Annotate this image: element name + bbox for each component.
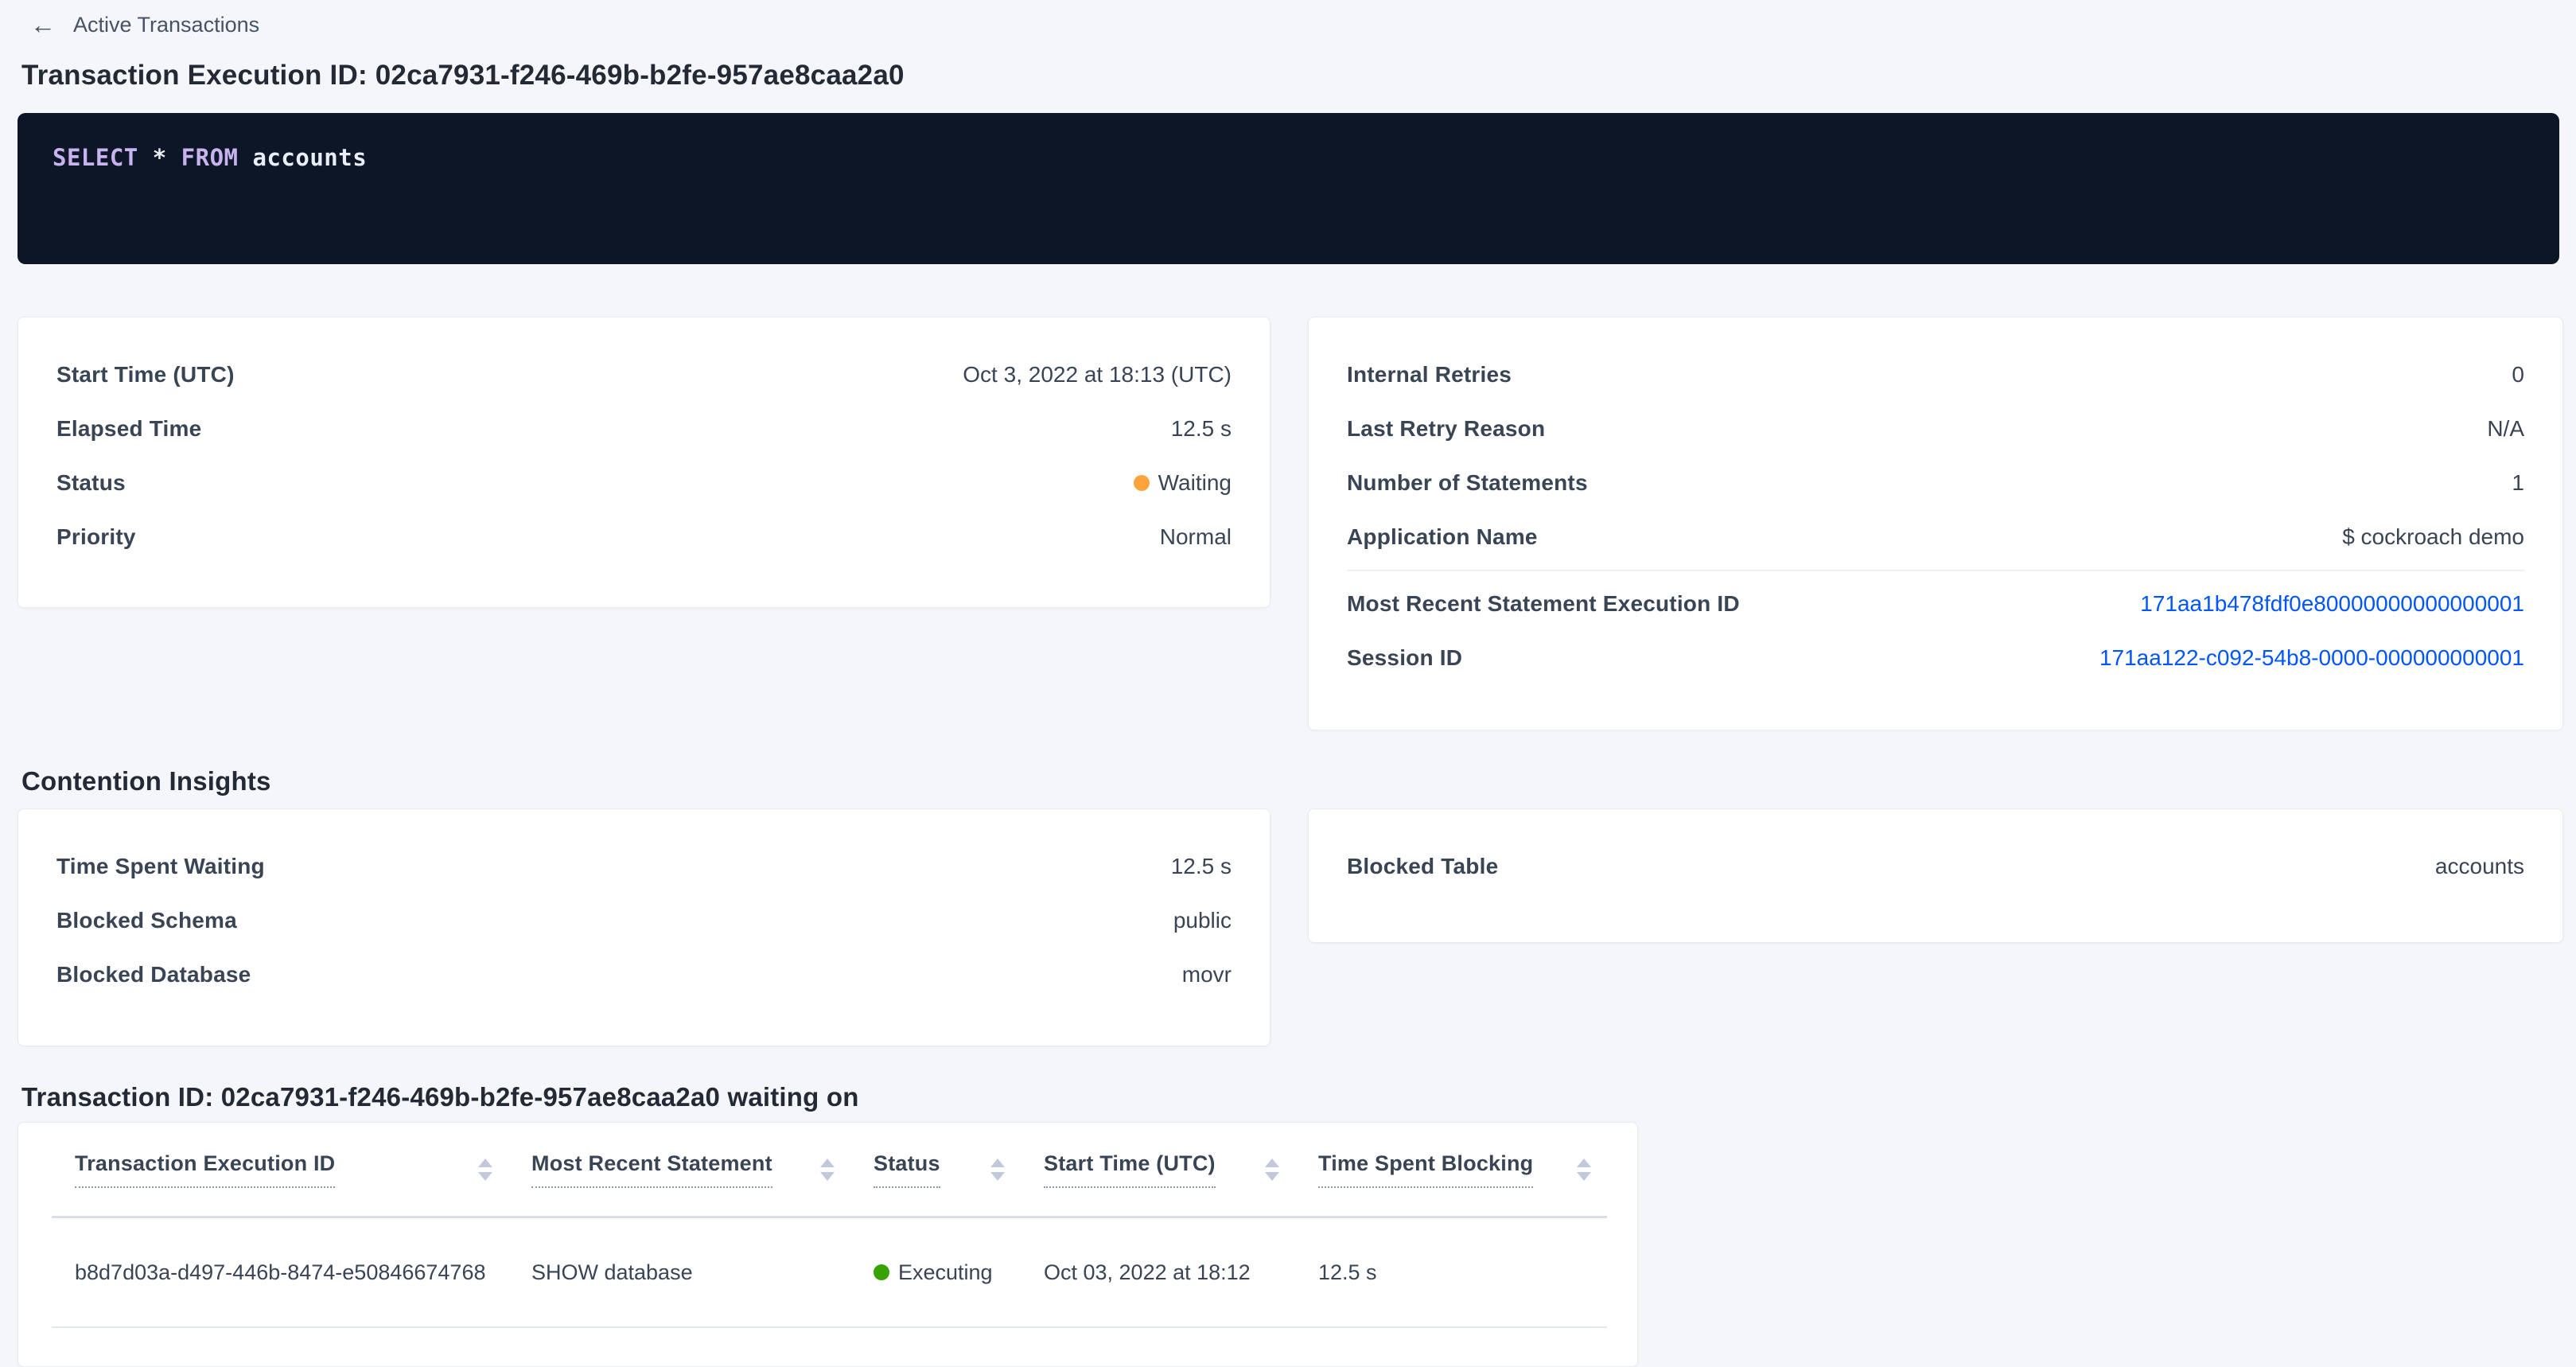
application-name-row: Application Name $ cockroach demo	[1347, 510, 2524, 564]
internal-retries-row: Internal Retries 0	[1347, 348, 2524, 402]
transaction-summary-card: Start Time (UTC) Oct 3, 2022 at 18:13 (U…	[18, 317, 1270, 608]
column-header-time-spent-blocking[interactable]: Time Spent Blocking	[1295, 1151, 1607, 1188]
column-header-status[interactable]: Status	[850, 1151, 1021, 1188]
table-row: b8d7d03a-d497-446b-8474-e50846674768 SHO…	[52, 1218, 1607, 1328]
back-link-label: Active Transactions	[73, 11, 259, 38]
column-header-start-time[interactable]: Start Time (UTC)	[1021, 1151, 1295, 1188]
session-id-row: Session ID 171aa122-c092-54b8-0000-00000…	[1347, 631, 2524, 685]
blocked-table-label: Blocked Table	[1347, 854, 1498, 879]
number-of-statements-label: Number of Statements	[1347, 470, 1588, 496]
start-time-label: Start Time (UTC)	[56, 362, 235, 388]
most-recent-statement-execution-id-label: Most Recent Statement Execution ID	[1347, 591, 1740, 617]
card-divider	[1347, 570, 2524, 571]
status-executing-dot	[874, 1264, 889, 1280]
waiting-on-table-card: Transaction Execution ID Most Recent Sta…	[18, 1122, 1638, 1367]
cell-time-spent-blocking: 12.5 s	[1295, 1260, 1607, 1285]
blocked-table-card: Blocked Table accounts	[1308, 808, 2563, 943]
blocked-schema-row: Blocked Schema public	[56, 894, 1232, 948]
left-arrow-icon: ←	[30, 12, 56, 37]
column-header-most-recent-statement[interactable]: Most Recent Statement	[508, 1151, 850, 1188]
elapsed-time-row: Elapsed Time 12.5 s	[56, 402, 1232, 456]
sort-icon[interactable]	[1577, 1159, 1591, 1181]
cell-status-text: Executing	[898, 1260, 993, 1285]
elapsed-time-value: 12.5 s	[1171, 416, 1232, 442]
sql-statement-box: SELECT * FROM accounts	[18, 113, 2559, 264]
priority-value: Normal	[1160, 524, 1232, 550]
contention-insights-heading: Contention Insights	[21, 765, 2563, 797]
start-time-row: Start Time (UTC) Oct 3, 2022 at 18:13 (U…	[56, 348, 1232, 402]
sql-statement: SELECT * FROM accounts	[53, 144, 367, 171]
sql-keyword-from: FROM	[181, 144, 239, 171]
last-retry-reason-label: Last Retry Reason	[1347, 416, 1545, 442]
blocked-table-row: Blocked Table accounts	[1347, 839, 2524, 894]
sort-icon[interactable]	[478, 1159, 492, 1181]
transaction-details-page: ← Active Transactions Transaction Execut…	[0, 0, 2576, 1365]
sort-icon[interactable]	[820, 1159, 835, 1181]
time-spent-waiting-row: Time Spent Waiting 12.5 s	[56, 839, 1232, 894]
sql-keyword-select: SELECT	[53, 144, 138, 171]
application-name-value: $ cockroach demo	[2342, 524, 2524, 550]
sort-icon[interactable]	[1265, 1159, 1279, 1181]
blocked-database-row: Blocked Database movr	[56, 948, 1232, 1002]
priority-label: Priority	[56, 524, 136, 550]
column-header-transaction-execution-id[interactable]: Transaction Execution ID	[52, 1151, 508, 1188]
internal-retries-value: 0	[2512, 362, 2524, 388]
contention-details-card: Time Spent Waiting 12.5 s Blocked Schema…	[18, 808, 1270, 1046]
last-retry-reason-row: Last Retry Reason N/A	[1347, 402, 2524, 456]
blocked-database-label: Blocked Database	[56, 962, 251, 987]
session-id-label: Session ID	[1347, 645, 1462, 671]
sql-star: *	[153, 144, 167, 171]
start-time-value: Oct 3, 2022 at 18:13 (UTC)	[963, 362, 1232, 388]
blocked-schema-value: public	[1173, 908, 1232, 933]
cell-status: Executing	[850, 1260, 1021, 1285]
table-header-row: Transaction Execution ID Most Recent Sta…	[52, 1123, 1607, 1218]
cell-transaction-execution-id: b8d7d03a-d497-446b-8474-e50846674768	[52, 1260, 508, 1285]
priority-row: Priority Normal	[56, 510, 1232, 564]
blocked-schema-label: Blocked Schema	[56, 908, 237, 933]
cell-most-recent-statement: SHOW database	[508, 1260, 850, 1285]
waiting-on-table: Transaction Execution ID Most Recent Sta…	[52, 1123, 1607, 1328]
application-name-label: Application Name	[1347, 524, 1538, 550]
most-recent-statement-execution-id-row: Most Recent Statement Execution ID 171aa…	[1347, 577, 2524, 631]
number-of-statements-value: 1	[2512, 470, 2524, 496]
elapsed-time-label: Elapsed Time	[56, 416, 201, 442]
status-row: Status Waiting	[56, 456, 1232, 510]
summary-section: Start Time (UTC) Oct 3, 2022 at 18:13 (U…	[18, 317, 2563, 730]
back-link[interactable]: ← Active Transactions	[30, 11, 259, 38]
number-of-statements-row: Number of Statements 1	[1347, 456, 2524, 510]
blocked-database-value: movr	[1182, 962, 1232, 987]
last-retry-reason-value: N/A	[2487, 416, 2524, 442]
transaction-details-card: Internal Retries 0 Last Retry Reason N/A…	[1308, 317, 2563, 730]
sort-icon[interactable]	[990, 1159, 1005, 1181]
waiting-on-heading: Transaction ID: 02ca7931-f246-469b-b2fe-…	[21, 1081, 2563, 1113]
time-spent-waiting-label: Time Spent Waiting	[56, 854, 265, 879]
time-spent-waiting-value: 12.5 s	[1171, 854, 1232, 879]
page-title: Transaction Execution ID: 02ca7931-f246-…	[21, 59, 2563, 92]
status-text: Waiting	[1158, 470, 1232, 496]
status-waiting-dot	[1134, 475, 1150, 491]
session-id-link[interactable]: 171aa122-c092-54b8-0000-000000000001	[2099, 645, 2524, 671]
internal-retries-label: Internal Retries	[1347, 362, 1512, 388]
contention-section: Time Spent Waiting 12.5 s Blocked Schema…	[18, 808, 2563, 1046]
blocked-table-value: accounts	[2435, 854, 2524, 879]
status-label: Status	[56, 470, 126, 496]
cell-start-time: Oct 03, 2022 at 18:12	[1021, 1260, 1295, 1285]
sql-table-name: accounts	[252, 144, 367, 171]
most-recent-statement-execution-id-link[interactable]: 171aa1b478fdf0e80000000000000001	[2140, 591, 2524, 617]
status-value: Waiting	[1134, 470, 1232, 496]
